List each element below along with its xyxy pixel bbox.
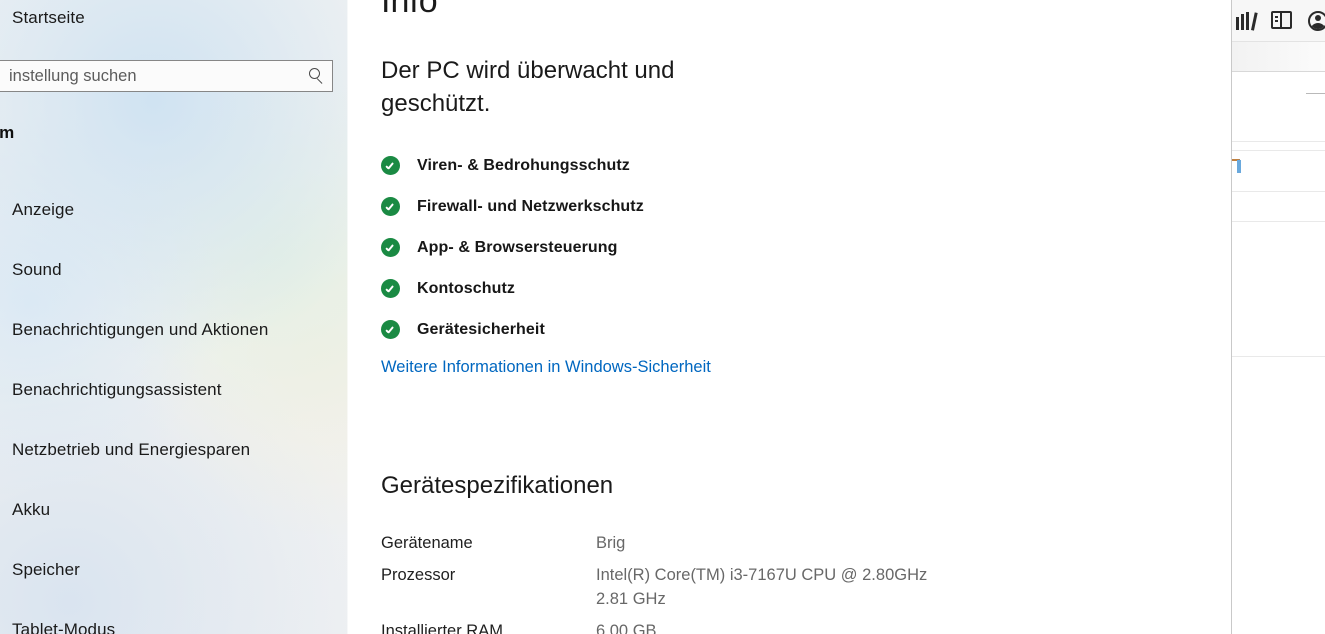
spec-key: Prozessor xyxy=(381,566,456,584)
browser-partial-glyph-accent xyxy=(1237,160,1241,173)
check-circle-icon xyxy=(381,320,400,339)
browser-list-divider xyxy=(1232,141,1325,142)
security-item-firewall-network-protection[interactable]: Firewall- und Netzwerkschutz xyxy=(381,186,901,227)
security-item-label: Firewall- und Netzwerkschutz xyxy=(417,197,644,215)
nav-category-heading: tem xyxy=(0,123,15,142)
sidebar-item-label: Speicher xyxy=(12,560,80,579)
security-item-label: Viren- & Bedrohungsschutz xyxy=(417,156,630,174)
sidebar-item-label: Sound xyxy=(12,260,62,279)
table-row: Gerätename Brig xyxy=(381,531,1081,555)
search-icon[interactable] xyxy=(302,61,332,91)
sidebar-item-netzbetrieb-und-energiesparen[interactable]: Netzbetrieb und Energiesparen xyxy=(0,420,348,480)
sidebar-nav-list: Anzeige Sound Benachrichtigungen und Akt… xyxy=(0,180,348,634)
security-item-virus-threat-protection[interactable]: Viren- & Bedrohungsschutz xyxy=(381,145,901,186)
spec-key: Gerätename xyxy=(381,534,473,552)
sidebar-item-label: Netzbetrieb und Energiesparen xyxy=(12,440,251,459)
browser-list-divider xyxy=(1232,191,1325,192)
sidebar-item-label: Akku xyxy=(12,500,51,519)
home-label: Startseite xyxy=(12,8,85,27)
security-item-device-security[interactable]: Gerätesicherheit xyxy=(381,309,901,350)
settings-navigation-pane: Startseite instellung suchen tem Anzeige… xyxy=(0,0,348,634)
sidebar-item-benachrichtigungsassistent[interactable]: Benachrichtigungsassistent xyxy=(0,360,348,420)
security-item-account-protection[interactable]: Kontoschutz xyxy=(381,268,901,309)
sidebar-item-benachrichtigungen-und-aktionen[interactable]: Benachrichtigungen und Aktionen xyxy=(0,300,348,360)
security-status-list: Viren- & Bedrohungsschutz Firewall- und … xyxy=(381,145,901,350)
security-item-label: Kontoschutz xyxy=(417,279,515,297)
sidebar-item-label: Benachrichtigungsassistent xyxy=(12,380,222,399)
security-status-heading: Der PC wird überwacht und geschützt. xyxy=(381,57,675,117)
settings-window: Startseite instellung suchen tem Anzeige… xyxy=(0,0,1232,634)
table-row: Prozessor Intel(R) Core(TM) i3-7167U CPU… xyxy=(381,563,1081,611)
collections-icon[interactable] xyxy=(1271,11,1292,29)
device-specifications-table: Gerätename Brig Prozessor Intel(R) Core(… xyxy=(381,531,1081,634)
screen: Startseite instellung suchen tem Anzeige… xyxy=(0,0,1325,634)
check-circle-icon xyxy=(381,238,400,257)
settings-content-pane: Info Der PC wird überwacht und geschützt… xyxy=(348,0,1232,634)
sidebar-item-sound[interactable]: Sound xyxy=(0,240,348,300)
sidebar-item-label: Tablet-Modus xyxy=(12,620,116,634)
profile-icon[interactable] xyxy=(1308,11,1325,31)
browser-subbar-divider xyxy=(1232,71,1325,72)
sidebar-item-tablet-modus[interactable]: Tablet-Modus xyxy=(0,600,348,634)
browser-content-dash xyxy=(1306,93,1325,94)
page-title: Info xyxy=(381,0,438,20)
sidebar-item-akku[interactable]: Akku xyxy=(0,480,348,540)
security-item-label: Gerätesicherheit xyxy=(417,320,545,338)
check-circle-icon xyxy=(381,197,400,216)
search-input-value: instellung suchen xyxy=(9,66,137,85)
device-specifications-heading: Gerätespezifikationen xyxy=(381,472,614,499)
background-browser-window[interactable] xyxy=(1232,0,1325,634)
sidebar-item-label: Benachrichtigungen und Aktionen xyxy=(12,320,269,339)
search-input[interactable]: instellung suchen xyxy=(0,60,333,92)
browser-toolbar xyxy=(1232,0,1325,41)
spec-value: Intel(R) Core(TM) i3-7167U CPU @ 2.80GHz… xyxy=(596,566,928,608)
browser-list-divider xyxy=(1232,150,1325,151)
check-circle-icon xyxy=(381,156,400,175)
spec-key: Installierter RAM xyxy=(381,622,503,634)
browser-list-divider xyxy=(1232,221,1325,222)
security-item-app-browser-control[interactable]: App- & Browsersteuerung xyxy=(381,227,901,268)
spec-value: Brig xyxy=(596,534,626,552)
favorites-icon[interactable] xyxy=(1236,11,1258,31)
security-item-label: App- & Browsersteuerung xyxy=(417,238,618,256)
sidebar-item-label: Anzeige xyxy=(12,200,75,219)
check-circle-icon xyxy=(381,279,400,298)
table-row: Installierter RAM 6,00 GB xyxy=(381,619,1081,634)
browser-subbar xyxy=(1232,42,1325,71)
sidebar-item-home[interactable]: Startseite xyxy=(0,0,348,36)
windows-security-link[interactable]: Weitere Informationen in Windows-Sicherh… xyxy=(381,358,711,377)
browser-list-divider xyxy=(1232,356,1325,357)
sidebar-item-speicher[interactable]: Speicher xyxy=(0,540,348,600)
spec-value: 6,00 GB xyxy=(596,622,657,634)
sidebar-item-anzeige[interactable]: Anzeige xyxy=(0,180,348,240)
